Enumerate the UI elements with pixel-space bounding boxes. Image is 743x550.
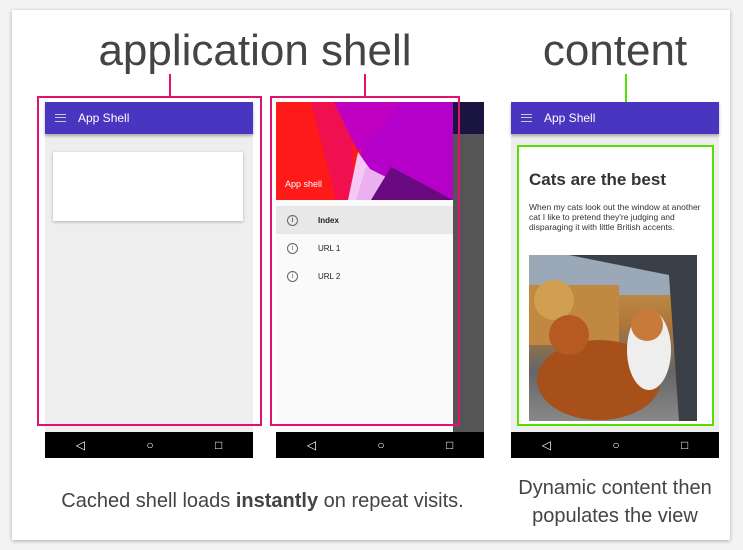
shell-outline-2 [270,96,460,426]
caption-text: on repeat visits. [318,490,464,512]
home-icon[interactable]: ○ [146,438,153,452]
back-icon[interactable]: ◁ [76,438,85,452]
heading-application-shell: application shell [98,26,412,75]
android-nav-bar: ◁ ○ □ [45,432,253,458]
app-title: App Shell [544,111,596,125]
content-outline [517,145,714,426]
caption-line: Dynamic content then [518,477,712,499]
back-icon[interactable]: ◁ [307,438,316,452]
android-nav-bar: ◁ ○ □ [511,432,719,458]
caption-shell: Cached shell loads instantly on repeat v… [30,490,495,513]
caption-text: Cached shell loads [61,490,236,512]
caption-emphasis: instantly [235,490,319,512]
caption-content: Dynamic content then populates the view [500,474,730,530]
recent-apps-icon[interactable]: □ [215,438,222,452]
android-nav-bar: ◁ ○ □ [276,432,484,458]
caption-line: populates the view [532,505,698,527]
home-icon[interactable]: ○ [377,438,384,452]
menu-icon[interactable] [521,114,532,122]
recent-apps-icon[interactable]: □ [446,438,453,452]
shell-connector-right [364,74,366,97]
shell-outline-1 [37,96,262,426]
app-bar: App Shell [511,102,719,134]
recent-apps-icon[interactable]: □ [681,438,688,452]
heading-content: content [542,26,688,75]
shell-connector-left [169,74,171,97]
home-icon[interactable]: ○ [612,438,619,452]
back-icon[interactable]: ◁ [542,438,551,452]
